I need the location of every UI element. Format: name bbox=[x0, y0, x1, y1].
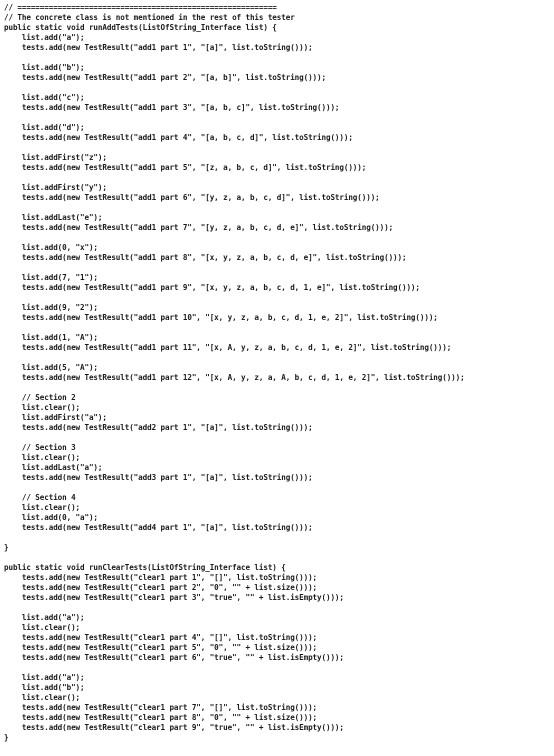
code-line: list.add("d"); bbox=[4, 123, 85, 132]
code-line: list.add("b"); bbox=[4, 63, 85, 72]
code-line: list.clear(); bbox=[4, 453, 81, 462]
code-line: } bbox=[4, 543, 9, 552]
code-line: list.add(9, "2"); bbox=[4, 303, 98, 312]
code-line: list.addFirst("a"); bbox=[4, 413, 107, 422]
code-line: list.add(1, "A"); bbox=[4, 333, 98, 342]
code-line: tests.add(new TestResult("clear1 part 6"… bbox=[4, 653, 344, 662]
code-line: tests.add(new TestResult("add1 part 5", … bbox=[4, 163, 367, 172]
code-line: tests.add(new TestResult("add1 part 6", … bbox=[4, 193, 380, 202]
code-line: list.add(0, "x"); bbox=[4, 243, 98, 252]
code-line: tests.add(new TestResult("clear1 part 5"… bbox=[4, 643, 318, 652]
code-line: tests.add(new TestResult("add1 part 1", … bbox=[4, 43, 313, 52]
code-line: list.clear(); bbox=[4, 403, 81, 412]
code-line: public static void runAddTests(ListOfStr… bbox=[4, 23, 277, 32]
code-line: list.addLast("e"); bbox=[4, 213, 103, 222]
code-line: tests.add(new TestResult("clear1 part 9"… bbox=[4, 723, 344, 732]
code-line: tests.add(new TestResult("clear1 part 7"… bbox=[4, 703, 318, 712]
code-line: } bbox=[4, 733, 9, 742]
code-line: list.clear(); bbox=[4, 503, 81, 512]
code-line: tests.add(new TestResult("clear1 part 1"… bbox=[4, 573, 318, 582]
code-line: list.add(5, "A"); bbox=[4, 363, 98, 372]
code-line: tests.add(new TestResult("add1 part 12",… bbox=[4, 373, 465, 382]
code-line: // Section 4 bbox=[4, 493, 76, 502]
code-line: list.add("a"); bbox=[4, 613, 85, 622]
code-line: tests.add(new TestResult("clear1 part 2"… bbox=[4, 583, 318, 592]
code-line: list.clear(); bbox=[4, 623, 81, 632]
code-line: tests.add(new TestResult("clear1 part 4"… bbox=[4, 633, 318, 642]
code-line: tests.add(new TestResult("add1 part 7", … bbox=[4, 223, 394, 232]
code-line: list.add("a"); bbox=[4, 33, 85, 42]
code-line: tests.add(new TestResult("add2 part 1", … bbox=[4, 423, 313, 432]
code-line: // =====================================… bbox=[4, 3, 277, 12]
code-line: tests.add(new TestResult("add3 part 1", … bbox=[4, 473, 313, 482]
code-line: // Section 2 bbox=[4, 393, 76, 402]
code-line: list.add(7, "1"); bbox=[4, 273, 98, 282]
code-line: list.add("c"); bbox=[4, 93, 85, 102]
code-line: list.add("b"); bbox=[4, 683, 85, 692]
code-line: tests.add(new TestResult("add4 part 1", … bbox=[4, 523, 313, 532]
code-line: tests.add(new TestResult("add1 part 11",… bbox=[4, 343, 452, 352]
code-line: tests.add(new TestResult("add1 part 8", … bbox=[4, 253, 407, 262]
code-line: tests.add(new TestResult("add1 part 3", … bbox=[4, 103, 340, 112]
code-line: tests.add(new TestResult("add1 part 9", … bbox=[4, 283, 420, 292]
code-line: list.addFirst("z"); bbox=[4, 153, 107, 162]
code-line: list.clear(); bbox=[4, 693, 81, 702]
code-line: list.addFirst("y"); bbox=[4, 183, 107, 192]
code-line: public static void runClearTests(ListOfS… bbox=[4, 563, 286, 572]
code-line: tests.add(new TestResult("add1 part 4", … bbox=[4, 133, 353, 142]
code-line: // The concrete class is not mentioned i… bbox=[4, 13, 295, 22]
code-line: list.addLast("a"); bbox=[4, 463, 103, 472]
code-line: tests.add(new TestResult("clear1 part 3"… bbox=[4, 593, 344, 602]
code-line: list.add("a"); bbox=[4, 673, 85, 682]
code-line: list.add(0, "a"); bbox=[4, 513, 98, 522]
code-line: tests.add(new TestResult("add1 part 10",… bbox=[4, 313, 438, 322]
code-line: // Section 3 bbox=[4, 443, 76, 452]
code-editor[interactable]: // =====================================… bbox=[4, 3, 465, 743]
code-line: tests.add(new TestResult("clear1 part 8"… bbox=[4, 713, 318, 722]
code-line: tests.add(new TestResult("add1 part 2", … bbox=[4, 73, 326, 82]
